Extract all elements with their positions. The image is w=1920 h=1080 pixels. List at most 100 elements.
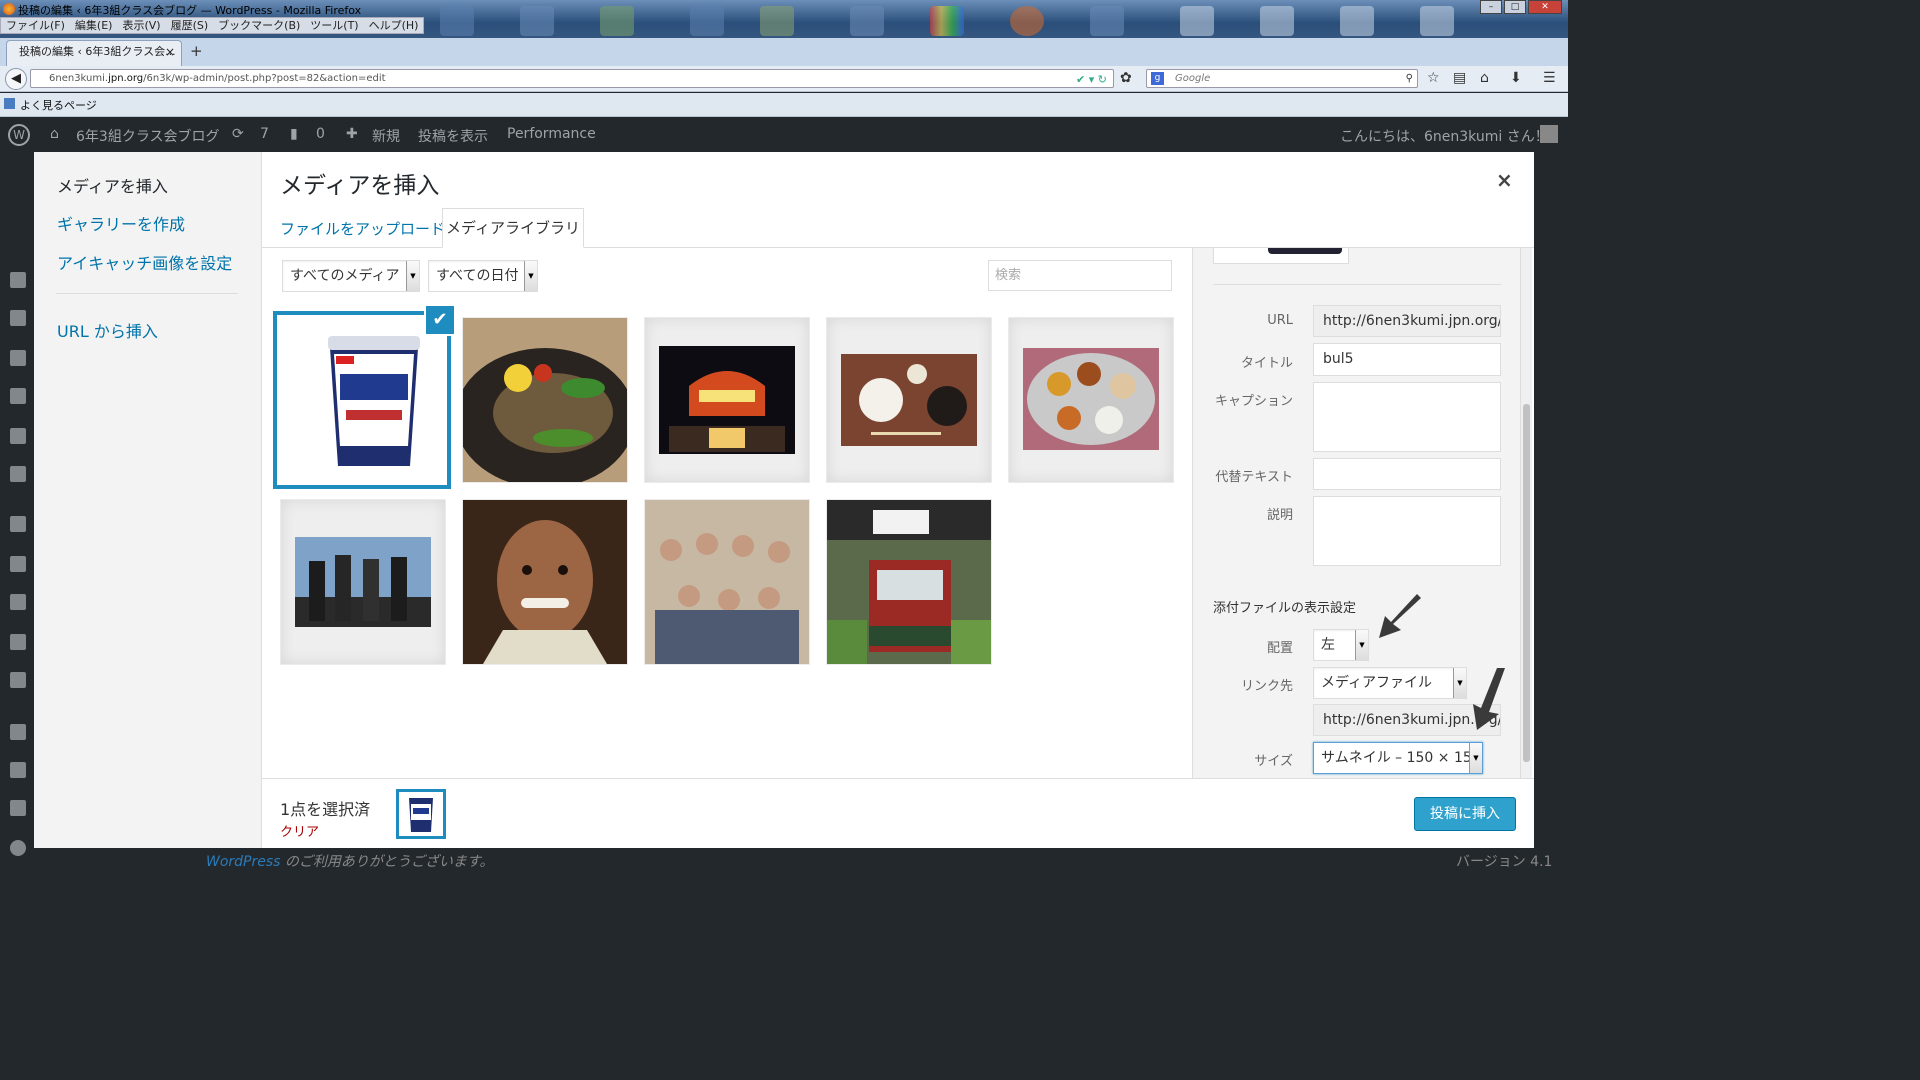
url-bar[interactable]: 6nen3kumi.jpn.org/6n3k/wp-admin/post.php… <box>30 69 1114 88</box>
attachment-thumbnail-theater[interactable] <box>645 318 809 482</box>
new-content-link[interactable]: 新規 <box>372 126 400 146</box>
title-field[interactable]: bul5 <box>1313 343 1501 376</box>
tab-media-library[interactable]: メディアライブラリ <box>442 208 584 248</box>
description-field[interactable] <box>1313 496 1501 566</box>
display-settings-heading: 添付ファイルの表示設定 <box>1213 601 1357 616</box>
selected-attachment-thumbnail[interactable] <box>396 789 446 839</box>
footer-thanks: WordPress のご利用ありがとうございます。 <box>206 851 494 871</box>
download-icon[interactable]: ⬇ <box>1510 70 1522 86</box>
settings-icon[interactable] <box>10 672 26 688</box>
plugins-icon[interactable] <box>10 556 26 572</box>
search-icon[interactable]: ⚲ <box>1406 70 1413 87</box>
tab-close-icon[interactable]: × <box>165 41 175 63</box>
search-bar[interactable]: g Google ⚲ <box>1146 69 1418 88</box>
attachment-thumbnail-group[interactable] <box>645 500 809 664</box>
alt-text-field[interactable] <box>1313 458 1501 490</box>
shield-icon[interactable] <box>10 800 26 816</box>
attachment-thumbnail-thali[interactable] <box>1009 318 1173 482</box>
close-icon[interactable]: × <box>1496 168 1513 192</box>
mail-icon[interactable] <box>10 466 26 482</box>
details-scrollbar[interactable] <box>1520 248 1532 778</box>
menu-edit[interactable]: 編集(E) <box>70 18 118 33</box>
insert-into-post-button[interactable]: 投稿に挿入 <box>1414 797 1516 831</box>
media-type-filter[interactable]: すべてのメディア ▼ <box>282 260 420 292</box>
taskbar-icon <box>1260 6 1294 36</box>
menu-file[interactable]: ファイル(F) <box>1 18 70 33</box>
menu-featured-image[interactable]: アイキャッチ画像を設定 <box>57 250 232 274</box>
close-window-button[interactable]: ✕ <box>1528 0 1562 14</box>
reload-icon[interactable]: ✔ ▾ ↻ <box>1076 71 1107 88</box>
attachment-thumbnail-train[interactable] <box>827 500 991 664</box>
clear-selection-link[interactable]: クリア <box>280 821 319 840</box>
users-icon[interactable] <box>10 594 26 610</box>
comments-icon[interactable] <box>10 388 26 404</box>
menu-create-gallery[interactable]: ギャラリーを作成 <box>57 211 185 235</box>
taskbar-icon <box>1420 6 1454 36</box>
firefox-logo-icon <box>3 3 15 15</box>
selection-count: 1点を選択済 <box>280 800 371 819</box>
addon-icon[interactable]: ✿ <box>1120 70 1132 86</box>
pages-icon[interactable] <box>10 350 26 366</box>
comments-count[interactable]: 0 <box>316 126 325 142</box>
bookmark-most-visited[interactable]: よく見るページ <box>20 97 97 113</box>
browser-tab-title: 投稿の編集 ‹ 6年3組クラス会... <box>19 45 176 58</box>
plus-icon[interactable]: ✚ <box>346 126 358 142</box>
size-select[interactable]: サムネイル – 150 × 150 ▼ <box>1313 742 1483 774</box>
annotation-arrow-icon <box>1379 594 1421 638</box>
avatar[interactable] <box>1540 125 1558 143</box>
taskbar-icon <box>760 6 794 36</box>
calendar-icon[interactable] <box>10 272 26 288</box>
wordpress-logo-icon[interactable]: W <box>8 124 30 146</box>
menu-insert-from-url[interactable]: URL から挿入 <box>57 318 158 342</box>
menu-bookmarks[interactable]: ブックマーク(B) <box>213 18 305 33</box>
menu-view[interactable]: 表示(V) <box>117 18 165 33</box>
selected-check-icon[interactable]: ✔ <box>424 304 456 336</box>
attachment-thumbnail-meal[interactable] <box>827 318 991 482</box>
grid-icon[interactable] <box>10 428 26 444</box>
user-greeting[interactable]: こんにちは、6nen3kumi さん！ <box>1340 126 1549 146</box>
minimize-button[interactable]: – <box>1480 0 1502 14</box>
taskbar-icon <box>1180 6 1214 36</box>
updates-count[interactable]: 7 <box>260 126 269 142</box>
url-field[interactable]: http://6nen3kumi.jpn.org/6 <box>1313 305 1501 337</box>
home-icon[interactable]: ⌂ <box>1480 70 1489 86</box>
comments-icon[interactable]: ▮ <box>290 126 298 142</box>
maximize-button[interactable]: □ <box>1504 0 1526 14</box>
menu-tools[interactable]: ツール(T) <box>305 18 363 33</box>
menu-help[interactable]: ヘルプ(H) <box>364 18 424 33</box>
size-label: サイズ <box>1254 754 1293 769</box>
media-icon[interactable] <box>10 310 26 326</box>
hamburger-menu-icon[interactable]: ☰ <box>1543 70 1556 86</box>
attachment-thumbnail-yogurt[interactable] <box>280 318 444 482</box>
menu-insert-media[interactable]: メディアを挿入 <box>57 173 168 197</box>
new-tab-button[interactable]: + <box>190 42 203 60</box>
link-to-label: リンク先 <box>1240 679 1293 694</box>
view-post-link[interactable]: 投稿を表示 <box>418 126 488 146</box>
browser-tab[interactable]: 投稿の編集 ‹ 6年3組クラス会... × <box>6 40 182 66</box>
attachment-thumbnail-band[interactable] <box>281 500 445 664</box>
chevron-down-icon: ▼ <box>1469 743 1482 773</box>
performance-link[interactable]: Performance <box>507 126 596 142</box>
attachment-thumbnail-girl[interactable] <box>463 500 627 664</box>
gear-icon[interactable] <box>10 762 26 778</box>
taskbar-icon <box>1090 6 1124 36</box>
date-filter[interactable]: すべての日付 ▼ <box>428 260 538 292</box>
star-icon[interactable]: ☆ <box>1427 70 1440 86</box>
menu-history[interactable]: 履歴(S) <box>166 18 214 33</box>
performance-icon[interactable] <box>10 724 26 740</box>
updates-icon[interactable]: ⟳ <box>232 126 244 142</box>
clipboard-icon[interactable]: ▤ <box>1453 70 1466 86</box>
site-name[interactable]: 6年3組クラス会ブログ <box>76 126 220 146</box>
wordpress-link[interactable]: WordPress <box>206 854 280 870</box>
tools-icon[interactable] <box>10 634 26 650</box>
alignment-select[interactable]: 左 ▼ <box>1313 629 1369 661</box>
collapse-menu-icon[interactable] <box>10 840 26 856</box>
appearance-icon[interactable] <box>10 516 26 532</box>
media-search-input[interactable]: 検索 <box>988 260 1172 291</box>
tab-upload-files[interactable]: ファイルをアップロード <box>280 218 445 239</box>
taskbar-icon <box>690 6 724 36</box>
link-to-select[interactable]: メディアファイル ▼ <box>1313 667 1467 699</box>
caption-field[interactable] <box>1313 382 1501 452</box>
attachment-thumbnail-food[interactable] <box>463 318 627 482</box>
back-button-icon[interactable]: ◀ <box>5 68 27 90</box>
